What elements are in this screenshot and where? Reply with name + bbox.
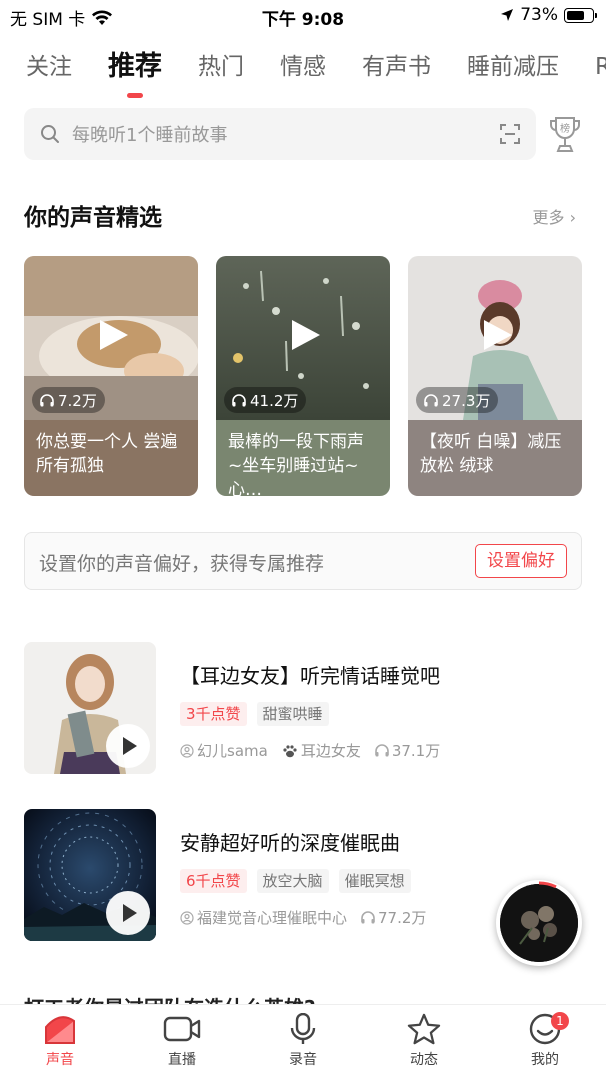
set-preference-button[interactable]: 设置偏好	[475, 544, 567, 578]
tab-more-clipped[interactable]: R	[595, 46, 606, 88]
section-title: 你的声音精选	[24, 205, 162, 231]
album-name: 耳边女友	[300, 742, 361, 760]
author[interactable]: 福建觉音心理催眠中心	[180, 907, 347, 928]
play-count-value: 37.1万	[391, 742, 441, 760]
play-count-value: 77.2万	[378, 909, 427, 927]
ranking-trophy-icon[interactable]: 榜	[548, 115, 582, 155]
card-caption: 最棒的一段下雨声~坐车别睡过站~心…	[216, 420, 390, 496]
sound-icon	[45, 1016, 75, 1044]
nav-sound[interactable]: 声音	[20, 1013, 100, 1069]
play-icon	[100, 320, 128, 350]
tab-audiobook[interactable]: 有声书	[362, 46, 431, 88]
tab-hot[interactable]: 热门	[198, 46, 244, 88]
play-count: 77.2万	[361, 907, 426, 928]
album[interactable]: 耳边女友	[282, 740, 361, 761]
play-count-value: 41.2万	[250, 391, 299, 410]
headphones-icon	[40, 393, 54, 406]
star-icon	[407, 1013, 441, 1045]
playlist-card[interactable]: 7.2万 你总要一个人 尝遍所有孤独	[24, 256, 198, 496]
nav-label: 声音	[46, 1052, 74, 1068]
nav-label: 动态	[410, 1052, 438, 1068]
playback-progress-ring	[538, 881, 557, 889]
list-item[interactable]: 【耳边女友】听完情话睡觉吧 3千点赞 甜蜜哄睡 幻儿sama 耳边女友 37.1…	[24, 642, 584, 774]
play-icon	[484, 320, 512, 350]
headphones-icon	[424, 393, 438, 406]
next-item-title-peek: 打工者你是过团队在造什么英雄?	[24, 992, 404, 1004]
status-bar: 无 SIM 卡 下午 9:08 73%	[0, 0, 606, 32]
tab-follow[interactable]: 关注	[26, 46, 72, 88]
category-tabs: 关注 推荐 热门 情感 有声书 睡前减压 R	[26, 46, 606, 88]
play-count-value: 7.2万	[58, 391, 97, 410]
tag[interactable]: 放空大脑	[256, 869, 329, 893]
nav-profile[interactable]: 1 我的	[505, 1012, 585, 1069]
search-icon	[41, 125, 59, 143]
more-link[interactable]: 更多 ›	[532, 204, 576, 228]
battery-icon	[564, 7, 597, 23]
live-camera-icon	[163, 1016, 201, 1042]
tab-recommended[interactable]: 推荐	[108, 46, 162, 88]
nav-label: 录音	[289, 1052, 317, 1068]
track-thumbnail	[24, 642, 156, 774]
tab-emotion[interactable]: 情感	[280, 46, 326, 88]
card-caption: 【夜听 白噪】减压放松 绒球	[408, 420, 582, 496]
search-bar[interactable]: 每晚听1个睡前故事	[24, 108, 536, 160]
play-button[interactable]	[106, 724, 150, 768]
card-caption: 你总要一个人 尝遍所有孤独	[24, 420, 198, 496]
nav-live[interactable]: 直播	[142, 1013, 222, 1069]
user-icon	[180, 910, 194, 925]
nav-label: 我的	[531, 1052, 559, 1068]
play-count-value: 27.3万	[442, 391, 491, 410]
microphone-icon	[290, 1013, 316, 1044]
headphones-icon	[232, 393, 246, 406]
more-label: 更多	[532, 208, 565, 227]
play-icon	[292, 320, 320, 350]
likes-badge: 6千点赞	[180, 869, 247, 893]
headphones-icon	[375, 744, 389, 757]
preference-text: 设置你的声音偏好，获得专属推荐	[39, 553, 325, 575]
author-name: 幻儿sama	[197, 742, 268, 760]
play-icon	[123, 737, 137, 755]
location-arrow-icon	[501, 9, 514, 21]
play-button[interactable]	[106, 891, 150, 935]
play-count: 37.1万	[375, 740, 440, 761]
author[interactable]: 幻儿sama	[180, 740, 268, 761]
nav-feed[interactable]: 动态	[384, 1013, 464, 1069]
notification-badge: 1	[551, 1012, 569, 1030]
paw-icon	[283, 744, 297, 757]
nav-record[interactable]: 录音	[263, 1013, 343, 1069]
track-thumbnail	[24, 809, 156, 941]
play-count: 7.2万	[32, 387, 105, 413]
preference-banner: 设置你的声音偏好，获得专属推荐 设置偏好	[24, 532, 582, 590]
play-count: 41.2万	[224, 387, 307, 413]
tag[interactable]: 甜蜜哄睡	[256, 702, 329, 726]
tag[interactable]: 催眠冥想	[338, 869, 411, 893]
track-title: 【耳边女友】听完情话睡觉吧	[180, 664, 440, 688]
user-icon	[180, 743, 194, 758]
headphones-icon	[361, 911, 375, 924]
play-icon	[123, 904, 137, 922]
search-placeholder: 每晚听1个睡前故事	[72, 125, 228, 146]
likes-badge: 3千点赞	[180, 702, 247, 726]
playlist-card[interactable]: 27.3万 【夜听 白噪】减压放松 绒球	[408, 256, 582, 496]
trophy-label: 榜	[560, 122, 570, 135]
playlist-card[interactable]: 41.2万 最棒的一段下雨声~坐车别睡过站~心…	[216, 256, 390, 496]
chevron-right-icon: ›	[569, 208, 576, 227]
author-name: 福建觉音心理催眠中心	[197, 909, 348, 927]
scan-icon[interactable]	[500, 124, 520, 144]
bottom-navigation: 声音 直播 录音 动态 1 我的	[0, 1004, 606, 1077]
mini-player[interactable]	[496, 880, 582, 966]
track-title: 安静超好听的深度催眠曲	[180, 831, 400, 855]
tab-bedtime-relax[interactable]: 睡前减压	[467, 46, 559, 88]
battery-percent: 73%	[520, 5, 558, 25]
play-count: 27.3万	[416, 387, 499, 413]
nav-label: 直播	[168, 1052, 196, 1068]
